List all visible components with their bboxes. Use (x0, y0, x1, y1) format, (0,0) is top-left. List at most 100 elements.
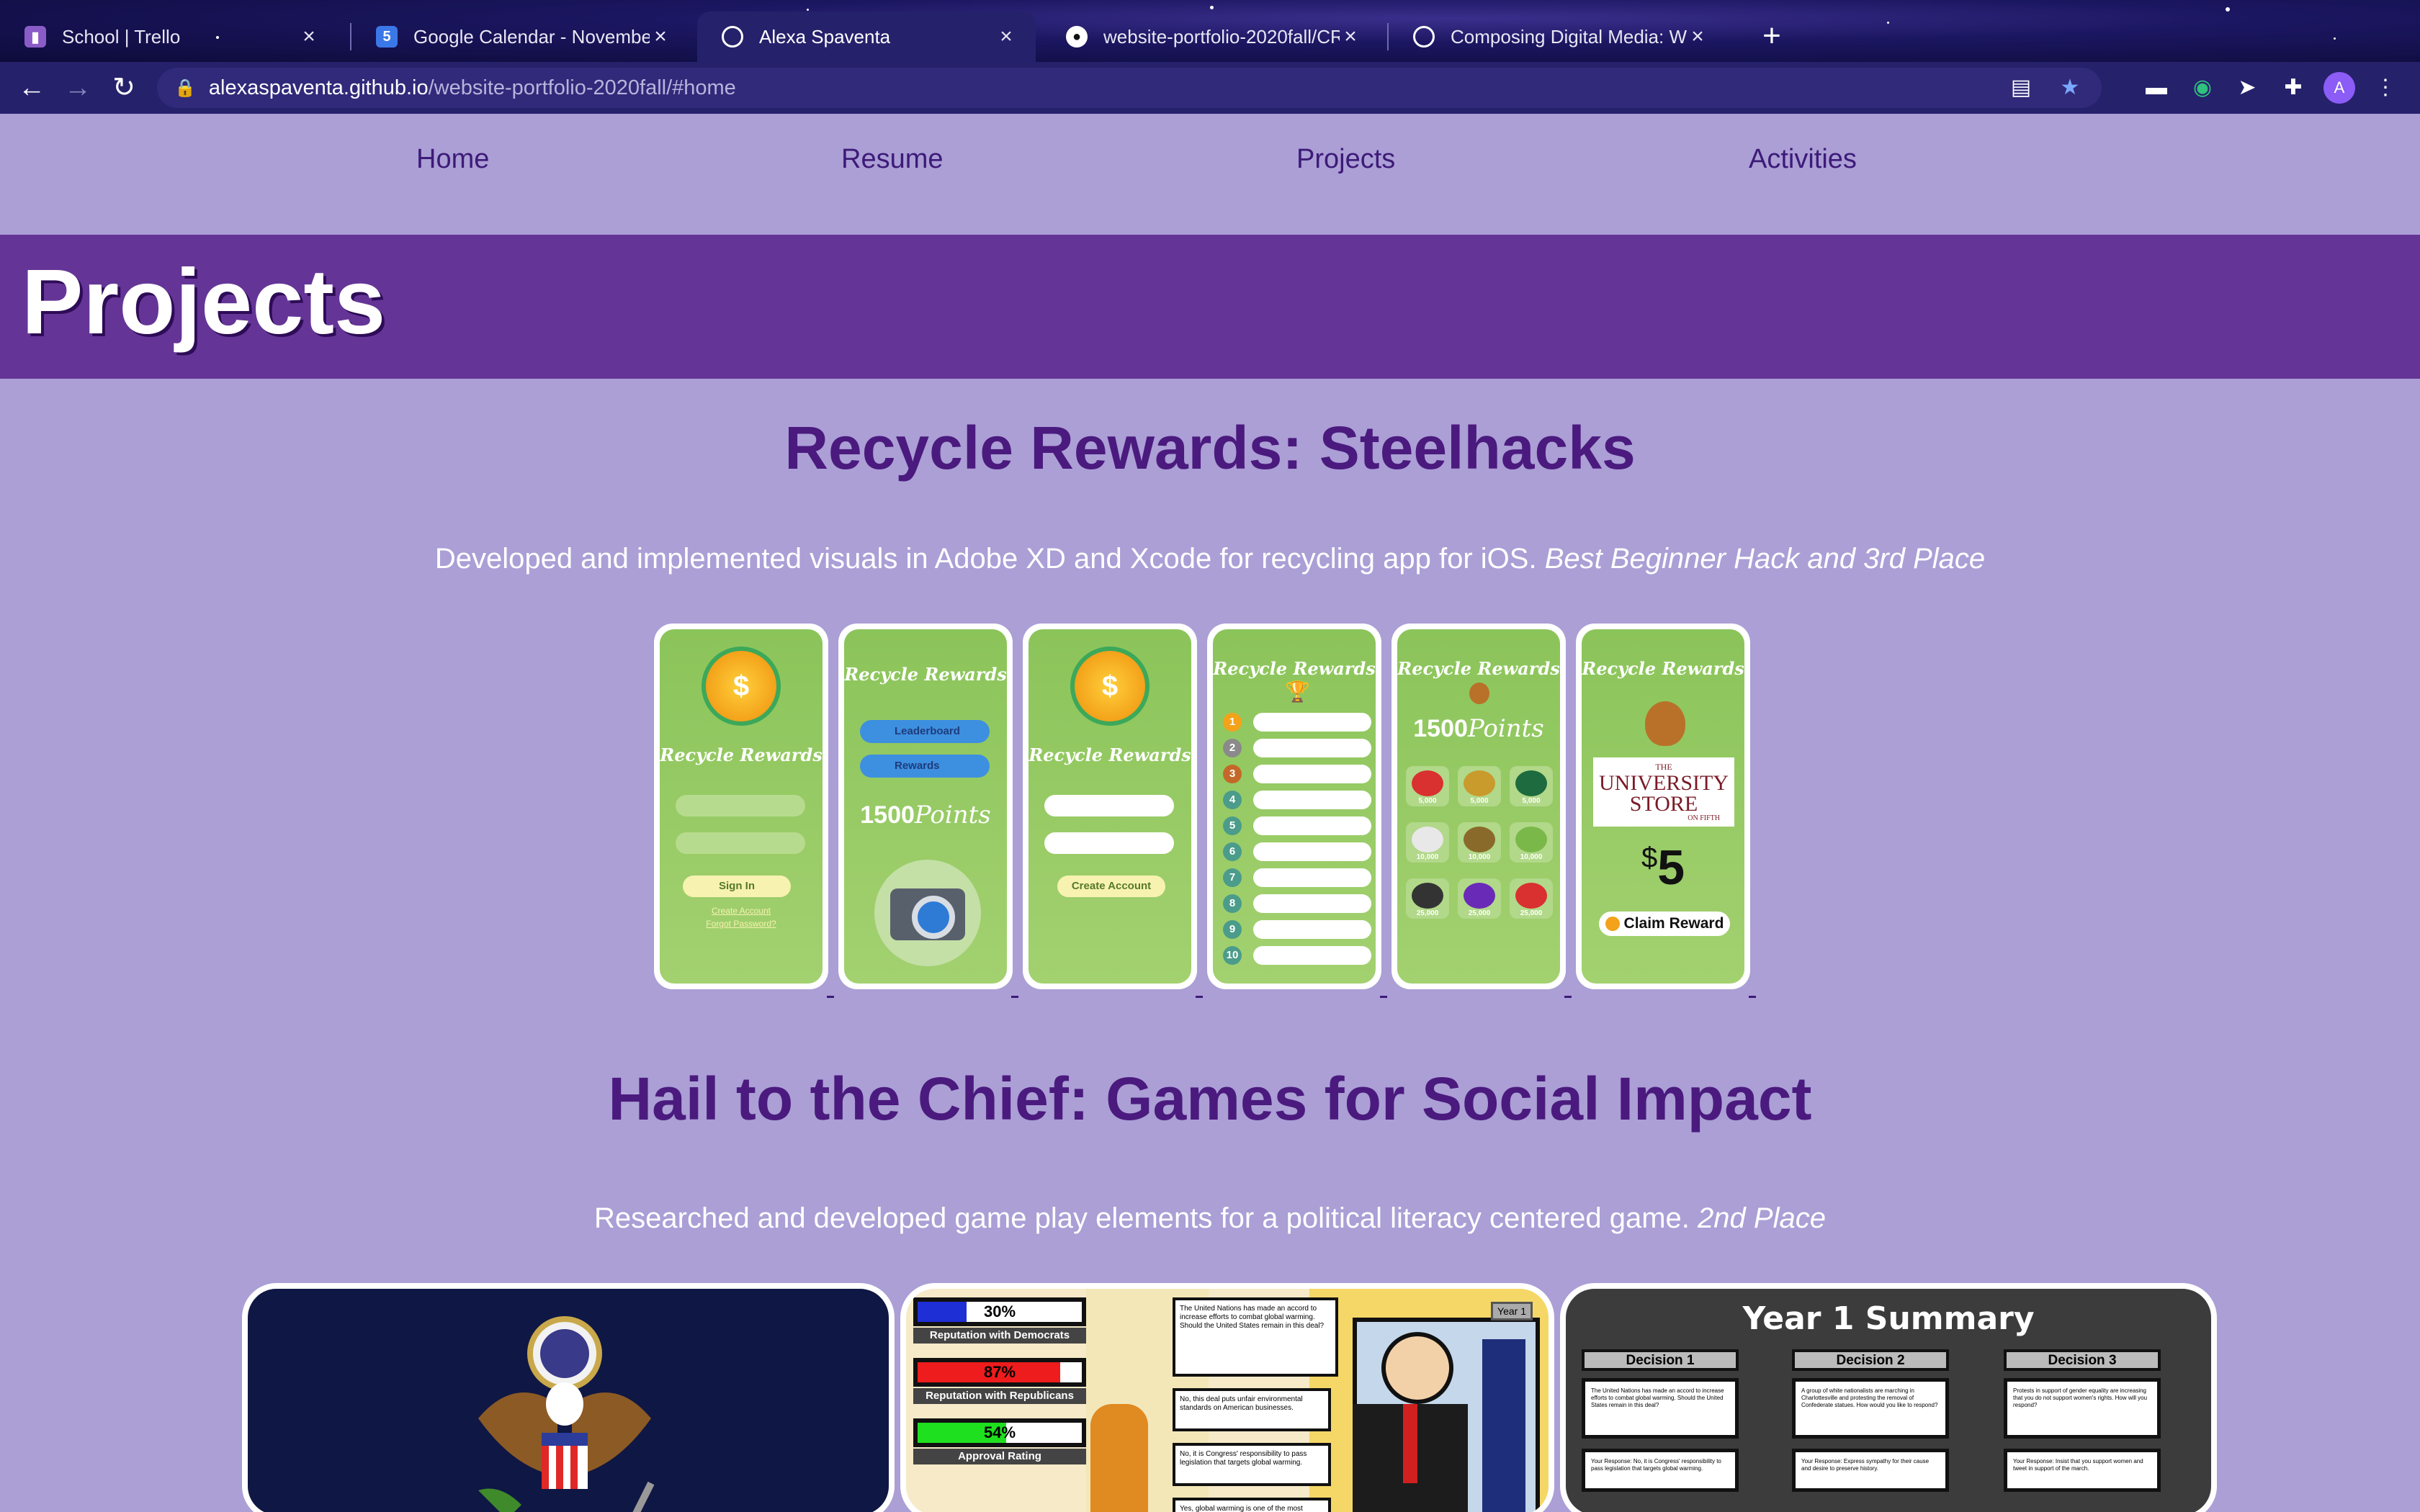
reward-cost: 5,000 (1470, 797, 1489, 805)
nav-home[interactable]: Home (416, 144, 489, 175)
site-nav: Home Resume Projects Activities (0, 114, 2420, 235)
decision-column: Decision 1 The United Nations has made a… (1582, 1349, 1739, 1492)
app-logo-text: Recycle Rewards (660, 744, 823, 765)
answer-option: Yes, global warming is one of the most (1173, 1498, 1331, 1512)
github-icon: ● (1066, 26, 1088, 48)
reload-icon[interactable]: ↻ (101, 65, 147, 111)
recycle-coin-icon (1070, 647, 1150, 726)
tab-github[interactable]: ● website-portfolio-2020fall/CR × (1041, 12, 1380, 62)
project-description: Researched and developed game play eleme… (0, 1202, 2420, 1235)
extension-icon[interactable]: ▬ (2141, 72, 2172, 104)
username-field (676, 795, 805, 816)
points-display: 1500Points (1397, 714, 1560, 743)
decision-column: Decision 3 Protests in support of gender… (2004, 1349, 2161, 1492)
close-icon[interactable]: × (650, 24, 671, 49)
brand-logo-icon (1412, 770, 1443, 796)
description-text: Developed and implemented visuals in Ado… (434, 543, 1537, 575)
close-icon[interactable]: × (1687, 24, 1708, 49)
reward-cost: 25,000 (1416, 909, 1439, 917)
extensions-puzzle-icon[interactable]: ✚ (2277, 72, 2309, 104)
stat-label: Approval Rating (913, 1449, 1086, 1464)
bookmark-star-icon[interactable]: ★ (2056, 73, 2084, 102)
back-icon[interactable]: ← (9, 65, 55, 111)
grammarly-icon[interactable]: ◉ (2187, 72, 2218, 104)
new-username-field (1044, 795, 1174, 816)
star (2226, 7, 2230, 12)
leaderboard-row (1253, 791, 1371, 809)
globe-icon (1413, 26, 1435, 48)
reward-cost: 25,000 (1520, 909, 1543, 917)
app-screenshot-menu[interactable]: Recycle Rewards Leaderboard Rewards 1500… (838, 624, 1018, 998)
tab-title: website-portfolio-2020fall/CR (1103, 25, 1340, 48)
nav-resume[interactable]: Resume (841, 144, 944, 175)
points-word: Points (1467, 714, 1544, 743)
rank-number: 7 (1223, 868, 1242, 887)
points-word: Points (914, 801, 991, 829)
new-password-field (1044, 832, 1174, 854)
description-text: Researched and developed game play eleme… (594, 1202, 1690, 1234)
stat-label: Reputation with Republicans (913, 1388, 1086, 1404)
brand-logo-icon (1515, 827, 1547, 852)
close-icon[interactable]: × (995, 24, 1017, 49)
camera-icon (874, 860, 981, 966)
decision-response: Your Response: Insist that you support w… (2004, 1449, 2161, 1492)
nav-projects[interactable]: Projects (1296, 144, 1395, 175)
leaderboard-button: Leaderboard (860, 720, 990, 743)
decision-heading: Decision 3 (2004, 1349, 2161, 1371)
lock-icon: 🔒 (174, 78, 196, 98)
cursor-extension-icon[interactable]: ➤ (2231, 72, 2263, 104)
rank-number: 4 (1223, 791, 1242, 809)
close-icon[interactable]: × (1340, 24, 1361, 49)
tab-alexa-spaventa[interactable]: Alexa Spaventa × (697, 12, 1036, 62)
stat-bar: 87% (913, 1358, 1086, 1387)
create-account-link: Create Account (711, 906, 771, 916)
create-account-button: Create Account (1057, 876, 1165, 897)
reward-tile: 10,000 (1406, 822, 1449, 863)
address-bar[interactable]: 🔒 alexaspaventa.github.io /website-portf… (157, 68, 2102, 108)
app-screenshot-leaderboard[interactable]: Recycle Rewards 🏆 1 2 3 4 5 6 7 8 9 10 (1207, 624, 1387, 998)
reward-tile: 25,000 (1458, 878, 1501, 919)
stat-bar: 30% (913, 1297, 1086, 1326)
forward-icon[interactable]: → (55, 65, 101, 111)
star (807, 9, 809, 11)
coin-icon (1605, 917, 1620, 932)
tab-trello[interactable]: ▮ School | Trello × (0, 12, 339, 62)
award-text: Best Beginner Hack and 3rd Place (1544, 543, 1986, 575)
reader-mode-icon[interactable]: ▤ (2007, 73, 2035, 102)
nav-activities[interactable]: Activities (1749, 144, 1857, 175)
game-screenshot-title[interactable] (242, 1283, 895, 1512)
app-screenshot-sign-in[interactable]: Recycle Rewards Sign In Create Account F… (654, 624, 834, 998)
app-screenshot-create-account[interactable]: Recycle Rewards Create Account (1023, 624, 1203, 998)
app-screenshot-rewards[interactable]: Recycle Rewards 1500Points 5,000 5,000 5,0… (1392, 624, 1572, 998)
game-screenshot-gameplay[interactable]: 30% Reputation with Democrats 87% Reputatio… (900, 1283, 1554, 1512)
leaderboard-row (1253, 739, 1371, 757)
recycle-coin-icon (702, 647, 781, 726)
reward-cost: 10,000 (1468, 853, 1491, 861)
tab-composing-digital-media[interactable]: Composing Digital Media: Web × (1389, 12, 1727, 62)
claim-reward-label: Claim Reward (1623, 915, 1724, 932)
menu-kebab-icon[interactable]: ⋮ (2370, 72, 2401, 104)
profile-avatar[interactable]: A (2323, 72, 2355, 104)
decision-response: Your Response: Express sympathy for thei… (1792, 1449, 1949, 1492)
reward-tile: 10,000 (1510, 822, 1553, 863)
tab-title: Alexa Spaventa (759, 25, 891, 48)
page-title: Projects (22, 251, 386, 354)
new-tab-button[interactable]: + (1752, 16, 1792, 56)
decision-column: Decision 2 A group of white nationalists… (1792, 1349, 1949, 1492)
brand-logo-icon (1412, 883, 1443, 909)
link-underline (1380, 996, 1387, 998)
close-icon[interactable]: × (298, 24, 320, 49)
store-line: THE (1655, 762, 1672, 772)
rank-number: 1 (1223, 713, 1242, 732)
app-logo-text: Recycle Rewards (1397, 658, 1560, 679)
game-screenshot-summary[interactable]: Year 1 Summary Decision 1 The United Nat… (1560, 1283, 2217, 1512)
decision-text: Protests in support of gender equality a… (2004, 1378, 2161, 1439)
tab-google-calendar[interactable]: 5 Google Calendar - November 2 × (351, 12, 690, 62)
reward-amount: $5 (1582, 840, 1744, 896)
stat-label: Reputation with Democrats (913, 1328, 1086, 1344)
app-screenshot-claim-reward[interactable]: Recycle Rewards THE UNIVERSITY STORE ON … (1576, 624, 1756, 998)
globe-icon (722, 26, 743, 48)
tab-title: Google Calendar - November 2 (413, 25, 650, 48)
points-number: 1500 (1413, 715, 1468, 742)
president-tie (1403, 1404, 1417, 1483)
